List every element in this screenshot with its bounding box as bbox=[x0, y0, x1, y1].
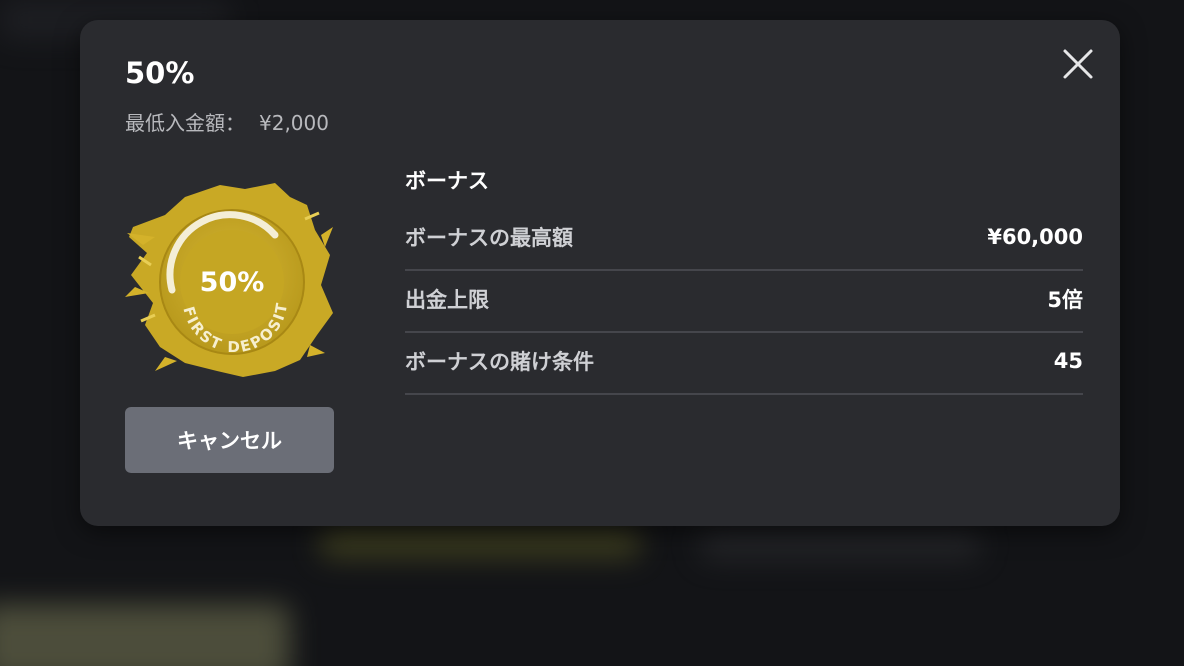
min-deposit-label: 最低入金額： bbox=[125, 111, 245, 135]
badge-percent: 50% bbox=[200, 267, 265, 298]
bonus-details: ボーナス ボーナスの最高額 ¥60,000 出金上限 5倍 ボーナスの賭け条件 … bbox=[405, 165, 1083, 395]
detail-value: 45 bbox=[1053, 349, 1083, 373]
detail-value: 5倍 bbox=[1047, 288, 1083, 312]
cancel-button[interactable]: キャンセル bbox=[125, 407, 334, 473]
modal-title: 50% bbox=[125, 56, 195, 90]
bonus-heading: ボーナス bbox=[405, 169, 489, 193]
close-icon bbox=[1063, 49, 1093, 79]
blurred-element-background bbox=[700, 530, 980, 560]
first-deposit-badge: FIRST DEPOSIT 50% bbox=[125, 175, 335, 385]
detail-label: ボーナスの賭け条件 bbox=[405, 350, 594, 374]
min-deposit: 最低入金額： ¥2,000 bbox=[125, 107, 329, 136]
detail-row-max-bonus: ボーナスの最高額 ¥60,000 bbox=[405, 205, 1083, 271]
detail-label: ボーナスの最高額 bbox=[405, 226, 573, 250]
detail-row-wagering: ボーナスの賭け条件 45 bbox=[405, 329, 1083, 395]
close-button[interactable] bbox=[1058, 44, 1098, 84]
detail-label: 出金上限 bbox=[405, 288, 489, 312]
blurred-button-background bbox=[320, 528, 640, 558]
badge-icon: FIRST DEPOSIT 50% bbox=[125, 183, 333, 377]
detail-value: ¥60,000 bbox=[987, 225, 1083, 249]
bonus-modal: 50% 最低入金額： ¥2,000 FIRST DEPOSIT 50% キャンセ… bbox=[80, 20, 1120, 526]
blurred-panel-background bbox=[0, 604, 290, 666]
detail-row-withdrawal-limit: 出金上限 5倍 bbox=[405, 267, 1083, 333]
min-deposit-value: ¥2,000 bbox=[259, 111, 329, 135]
